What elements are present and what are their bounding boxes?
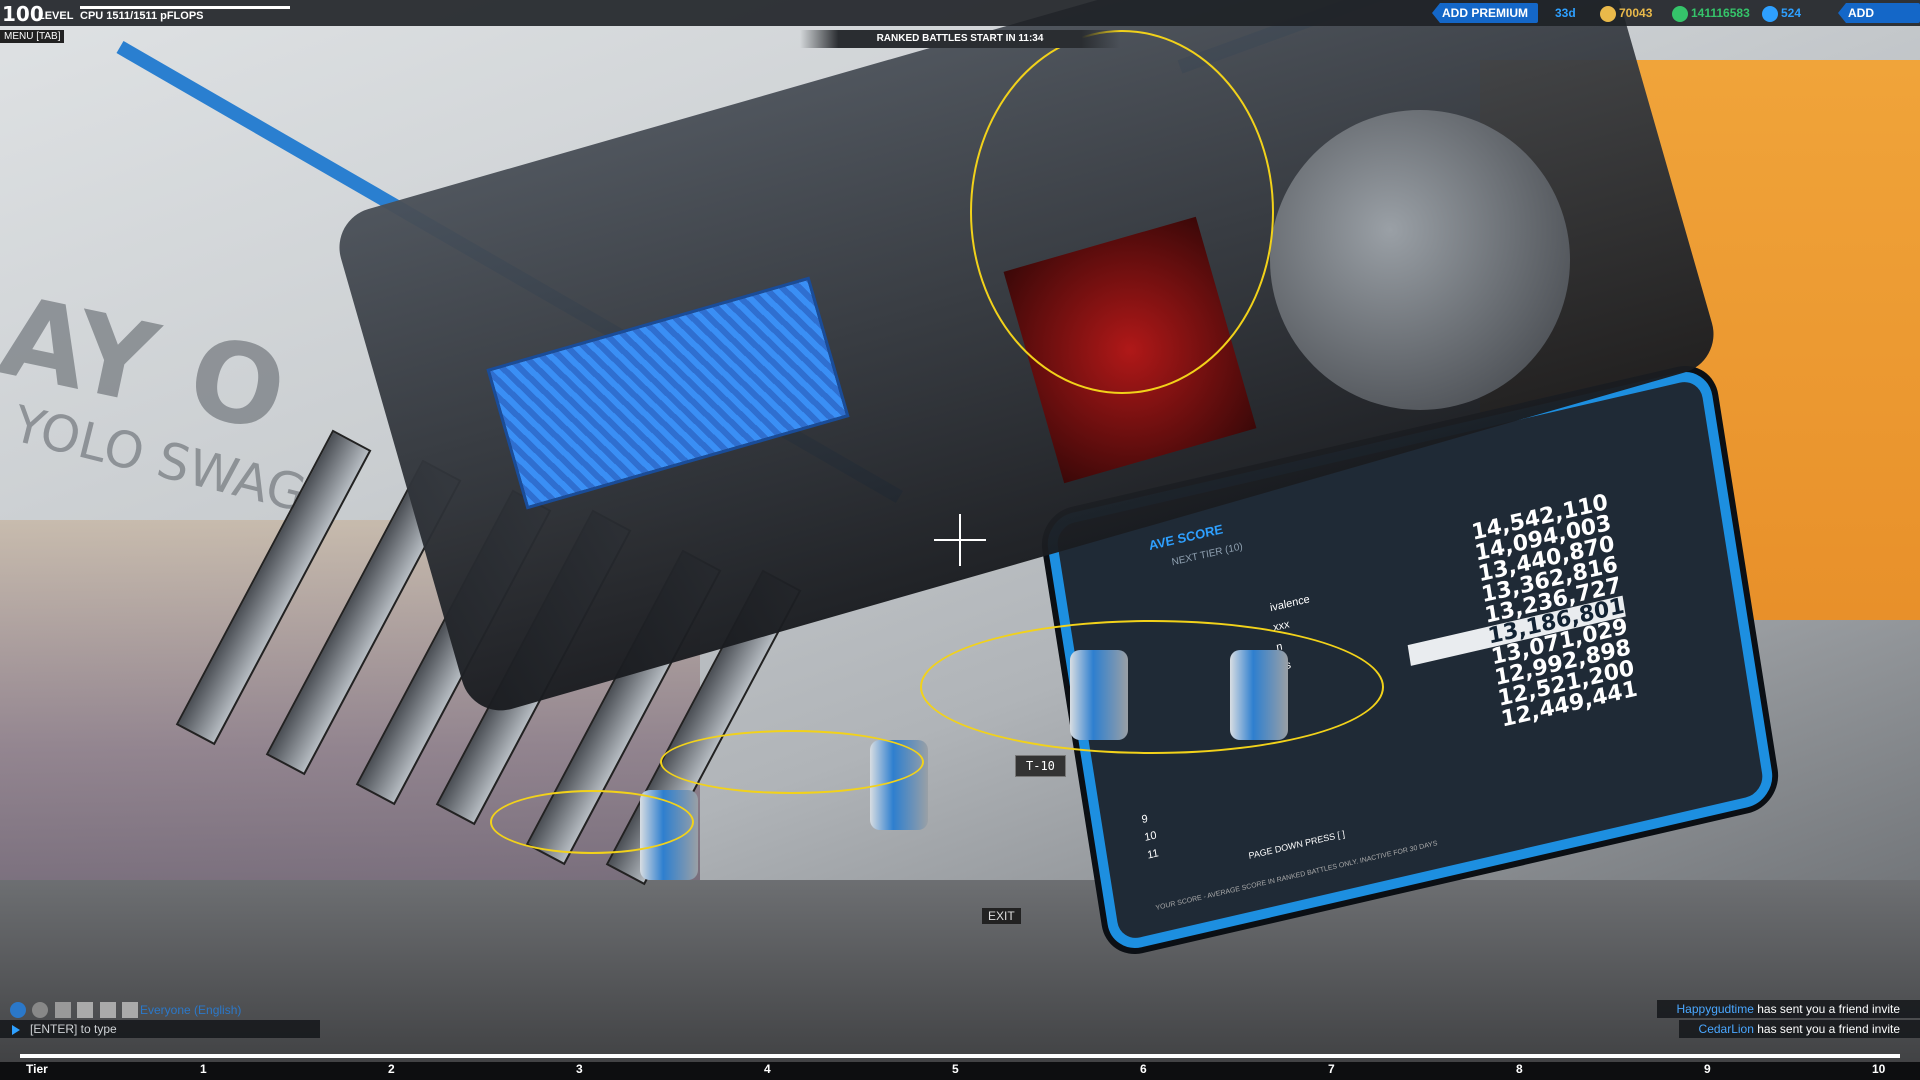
notification-sender: Happygudtime	[1676, 1002, 1754, 1016]
friend-invite-notification[interactable]: CedarLion has sent you a friend invite	[1678, 1020, 1920, 1038]
friends-icon[interactable]	[99, 1001, 116, 1018]
robot-shield-dome	[1270, 110, 1570, 410]
tier-label: Tier	[26, 1062, 48, 1076]
leaderboard-scores: 14,542,110 14,094,003 13,440,870 13,362,…	[1391, 490, 1639, 749]
hover-orbit	[920, 620, 1384, 754]
party-icon[interactable]	[54, 1001, 71, 1018]
garage-scene: AY O YOLO SWAG AVE SCORE NEXT TIER (10) …	[0, 0, 1920, 1080]
tech-points-icon	[1600, 5, 1616, 22]
level-label: LEVEL	[38, 10, 74, 22]
leaderboard-rank: 11	[1146, 847, 1160, 862]
garage-floor	[0, 880, 1920, 1080]
robits-value: 141116583	[1691, 6, 1750, 20]
tier-bar: Tier 1 2 3 4 5 6 7 8 9 10	[20, 1052, 1900, 1080]
globe-icon[interactable]	[10, 1001, 26, 1018]
add-premium-button[interactable]: ADD PREMIUM	[1432, 3, 1538, 23]
crosshair-vertical	[959, 514, 961, 566]
cpu-readout: CPU 1511/1511 pFLOPS	[80, 10, 204, 22]
tier-mark: 10	[1872, 1062, 1886, 1076]
group-icon[interactable]	[122, 1001, 139, 1018]
tier-mark: 2	[388, 1062, 395, 1076]
chat-icons	[10, 1001, 140, 1019]
tech-points-value: 70043	[1619, 6, 1653, 20]
cosmetic-credits: 524	[1762, 3, 1801, 23]
cpu-bar-fill	[80, 6, 290, 9]
notification-text: has sent you a friend invite	[1753, 1002, 1900, 1016]
hover-orbit	[970, 30, 1274, 394]
notification-text: has sent you a friend invite	[1753, 1022, 1900, 1036]
premium-days: 33d	[1555, 6, 1576, 20]
chat-input[interactable]: [ENTER] to type	[0, 1020, 320, 1038]
tech-points: 70043	[1600, 3, 1652, 23]
leaderboard-name: ivalence	[1269, 593, 1311, 615]
tier-progress-line	[20, 1054, 1900, 1058]
cpu-bar	[80, 6, 290, 9]
leaderboard-rank: 9	[1140, 812, 1149, 827]
tier-mark: 4	[764, 1062, 771, 1076]
tier-mark: 5	[952, 1062, 959, 1076]
tier-mark: 3	[576, 1062, 583, 1076]
clan-icon[interactable]	[32, 1001, 49, 1018]
cosmetic-credits-value: 524	[1781, 6, 1802, 20]
robits: 141116583	[1672, 3, 1750, 23]
hover-orbit	[660, 730, 924, 794]
leaderboard-rank: 10	[1143, 829, 1158, 844]
menu-button[interactable]: MENU [TAB]	[0, 30, 65, 43]
tier-mark: 8	[1516, 1062, 1523, 1076]
exit-sign: EXIT	[982, 908, 1021, 924]
robot-tag: T-10	[1015, 755, 1066, 777]
page-down-hint: PAGE DOWN PRESS [ ]	[1247, 828, 1346, 861]
tier-mark: 6	[1140, 1062, 1147, 1076]
tier-mark: 7	[1328, 1062, 1335, 1076]
ranked-battles-banner: RANKED BATTLES START IN 11:34	[800, 30, 1120, 48]
chat-arrow-icon	[12, 1025, 20, 1035]
friend-invite-notification[interactable]: Happygudtime has sent you a friend invit…	[1656, 1000, 1920, 1018]
tier-mark: 1	[200, 1062, 207, 1076]
notification-sender: CedarLion	[1698, 1022, 1754, 1036]
private-chat-icon[interactable]	[77, 1001, 94, 1018]
cosmetic-credits-icon	[1762, 5, 1778, 22]
hover-orbit	[490, 790, 694, 854]
tier-mark: 9	[1704, 1062, 1711, 1076]
chat-channel[interactable]: Everyone (English)	[140, 1003, 241, 1017]
add-funds-button[interactable]: ADD FUNDS	[1838, 3, 1920, 23]
robits-icon	[1672, 5, 1688, 22]
